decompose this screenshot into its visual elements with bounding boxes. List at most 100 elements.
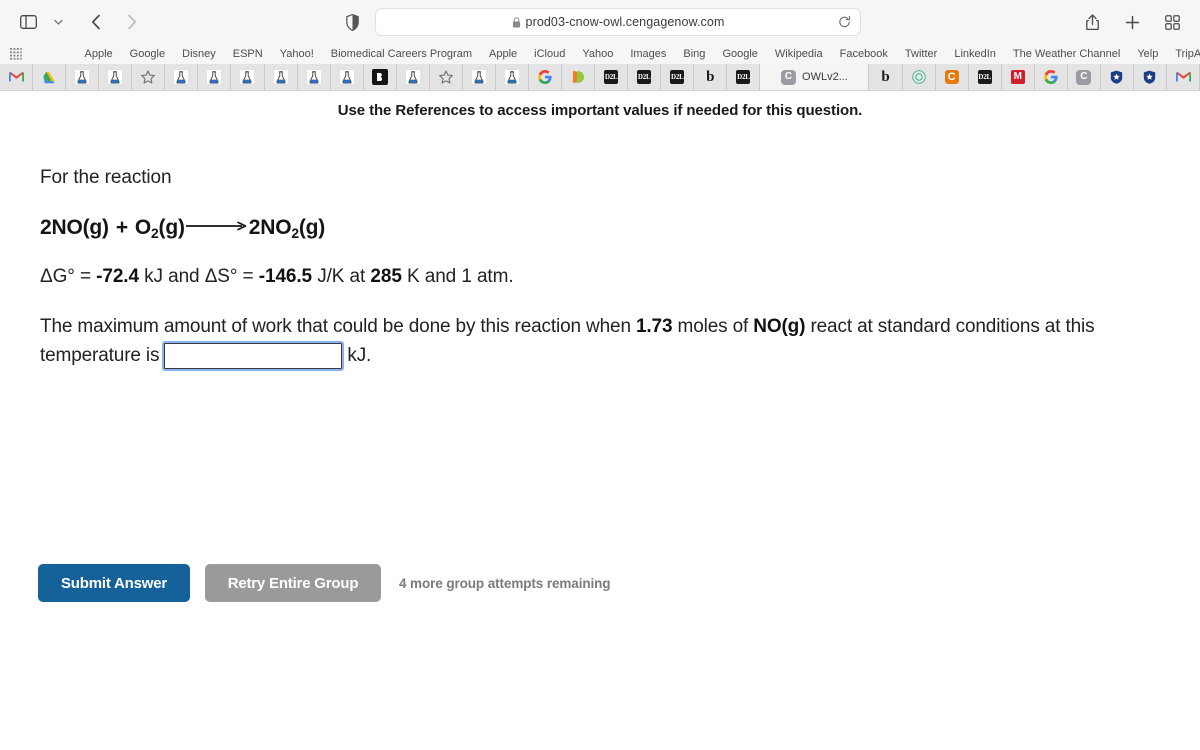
chevron-down-icon[interactable] xyxy=(44,9,72,35)
flask-icon xyxy=(272,69,289,85)
gmail-icon xyxy=(8,69,24,85)
intro-text: For the reaction xyxy=(40,167,172,188)
flask-icon xyxy=(107,69,124,85)
browser-tab[interactable] xyxy=(231,64,265,90)
address-bar[interactable]: prod03-cnow-owl.cengagenow.com xyxy=(375,8,861,36)
references-banner: Use the References to access important v… xyxy=(337,102,863,119)
browser-tab[interactable] xyxy=(66,64,100,90)
browser-tab[interactable]: b xyxy=(694,64,728,90)
browser-tab[interactable]: D2L xyxy=(968,64,1002,90)
toolbar-center: prod03-cnow-owl.cengagenow.com xyxy=(214,8,986,36)
blackboard-b-icon: b xyxy=(881,68,890,85)
browser-tab[interactable] xyxy=(1100,64,1134,90)
forward-arrow-icon[interactable] xyxy=(118,9,146,35)
browser-tab[interactable] xyxy=(562,64,596,90)
browser-tab[interactable] xyxy=(165,64,199,90)
browser-tab[interactable] xyxy=(363,64,397,90)
bookmark-item[interactable]: The Weather Channel xyxy=(1004,46,1128,62)
browser-tab[interactable] xyxy=(132,64,166,90)
bookmark-item[interactable]: Yelp xyxy=(1129,46,1167,62)
browser-tab[interactable] xyxy=(99,64,133,90)
bookmark-item[interactable]: Images xyxy=(622,46,675,62)
tab-overview-icon[interactable] xyxy=(1158,9,1186,35)
browser-tab[interactable] xyxy=(33,64,67,90)
back-arrow-icon[interactable] xyxy=(82,9,110,35)
url-text-group: prod03-cnow-owl.cengagenow.com xyxy=(512,15,725,29)
browser-tab[interactable] xyxy=(902,64,936,90)
bookmark-item[interactable]: TripAdvisor xyxy=(1167,46,1200,62)
google-drive-icon xyxy=(41,69,57,85)
flask-icon xyxy=(470,69,487,85)
chemical-equation: 2NO(g) + O2(g) 2NO2(g) xyxy=(40,216,1200,241)
browser-tab[interactable] xyxy=(529,64,563,90)
question-species: NO(g) xyxy=(753,316,806,337)
browser-tab[interactable] xyxy=(1034,64,1068,90)
browser-tab[interactable] xyxy=(0,64,34,90)
browser-tab[interactable]: D2L xyxy=(628,64,662,90)
bookmark-item[interactable]: Facebook xyxy=(831,46,896,62)
answer-input[interactable] xyxy=(162,340,345,371)
temperature-units: K and 1 atm. xyxy=(406,266,514,287)
bookmark-item[interactable]: Yahoo! xyxy=(271,46,322,62)
privacy-shield-icon[interactable] xyxy=(339,9,365,35)
cengage-icon: C xyxy=(1076,69,1092,85)
temperature-value: 285 xyxy=(370,266,402,287)
reaction-arrow-icon xyxy=(185,219,248,231)
browser-tab[interactable] xyxy=(429,64,463,90)
bookmark-item[interactable]: Apple xyxy=(76,46,121,62)
browser-tab[interactable] xyxy=(198,64,232,90)
bookmark-item[interactable]: iCloud xyxy=(526,46,574,62)
browser-tab[interactable]: C xyxy=(935,64,969,90)
browser-tab[interactable] xyxy=(462,64,496,90)
question-part-2: moles of xyxy=(677,316,749,337)
browser-tab[interactable]: D2L xyxy=(661,64,695,90)
share-icon[interactable] xyxy=(1078,9,1106,35)
browser-tab[interactable]: C xyxy=(1067,64,1101,90)
browser-tab[interactable] xyxy=(264,64,298,90)
bookmark-item[interactable]: Biomedical Careers Program xyxy=(322,46,480,62)
tab-strip: D2L D2L D2L b D2L C OWLv2... b C D2L M C xyxy=(0,64,1200,90)
browser-tab[interactable]: M xyxy=(1001,64,1035,90)
bookmark-item[interactable]: Apple xyxy=(481,46,526,62)
question-moles: 1.73 xyxy=(636,316,673,337)
browser-tab[interactable] xyxy=(1167,64,1200,90)
bookmark-item[interactable]: Yahoo xyxy=(574,46,622,62)
d2l-icon: D2L xyxy=(736,70,751,84)
browser-tab[interactable]: b xyxy=(869,64,903,90)
d2l-icon: D2L xyxy=(637,70,652,84)
bookmark-item[interactable]: LinkedIn xyxy=(946,46,1005,62)
browser-tab[interactable] xyxy=(330,64,364,90)
bookmark-item[interactable]: Google xyxy=(121,46,173,62)
cengage-icon: C xyxy=(781,69,797,85)
sidebar-toggle-icon[interactable] xyxy=(14,9,42,35)
browser-tab[interactable] xyxy=(495,64,529,90)
delta-s-value: -146.5 xyxy=(258,266,313,287)
browser-tab[interactable]: D2L xyxy=(595,64,629,90)
browser-tab[interactable]: D2L xyxy=(727,64,761,90)
bookmark-item[interactable]: Bing xyxy=(675,46,714,62)
question-body: For the reaction 2NO(g) + O2(g) 2NO2(g) … xyxy=(0,119,1200,371)
reload-icon[interactable] xyxy=(838,15,851,29)
equation-plus: + xyxy=(115,216,128,239)
bookmark-item[interactable]: Disney xyxy=(174,46,225,62)
d2l-icon: D2L xyxy=(670,70,685,84)
browser-tab[interactable] xyxy=(1133,64,1168,90)
flask-icon xyxy=(74,69,91,85)
browser-tab[interactable] xyxy=(297,64,331,90)
bookmark-item[interactable]: Twitter xyxy=(896,46,945,62)
question-part-1: The maximum amount of work that could be… xyxy=(40,316,631,337)
plus-icon[interactable] xyxy=(1118,9,1146,35)
bookmark-item[interactable]: Google xyxy=(714,46,766,62)
app-grid-icon[interactable] xyxy=(10,46,22,62)
gmail-icon xyxy=(1175,69,1191,85)
submit-answer-button[interactable]: Submit Answer xyxy=(38,564,190,602)
bookmark-item[interactable]: Wikipedia xyxy=(766,46,831,62)
delta-g-value: -72.4 xyxy=(96,266,139,287)
browser-tab-active[interactable]: C OWLv2... xyxy=(760,64,870,90)
retry-entire-group-button[interactable]: Retry Entire Group xyxy=(205,564,381,602)
star-icon xyxy=(438,69,454,85)
question-prompt: The maximum amount of work that could be… xyxy=(40,314,1165,371)
flask-icon xyxy=(206,69,223,85)
bookmark-item[interactable]: ESPN xyxy=(224,46,271,62)
browser-tab[interactable] xyxy=(396,64,430,90)
